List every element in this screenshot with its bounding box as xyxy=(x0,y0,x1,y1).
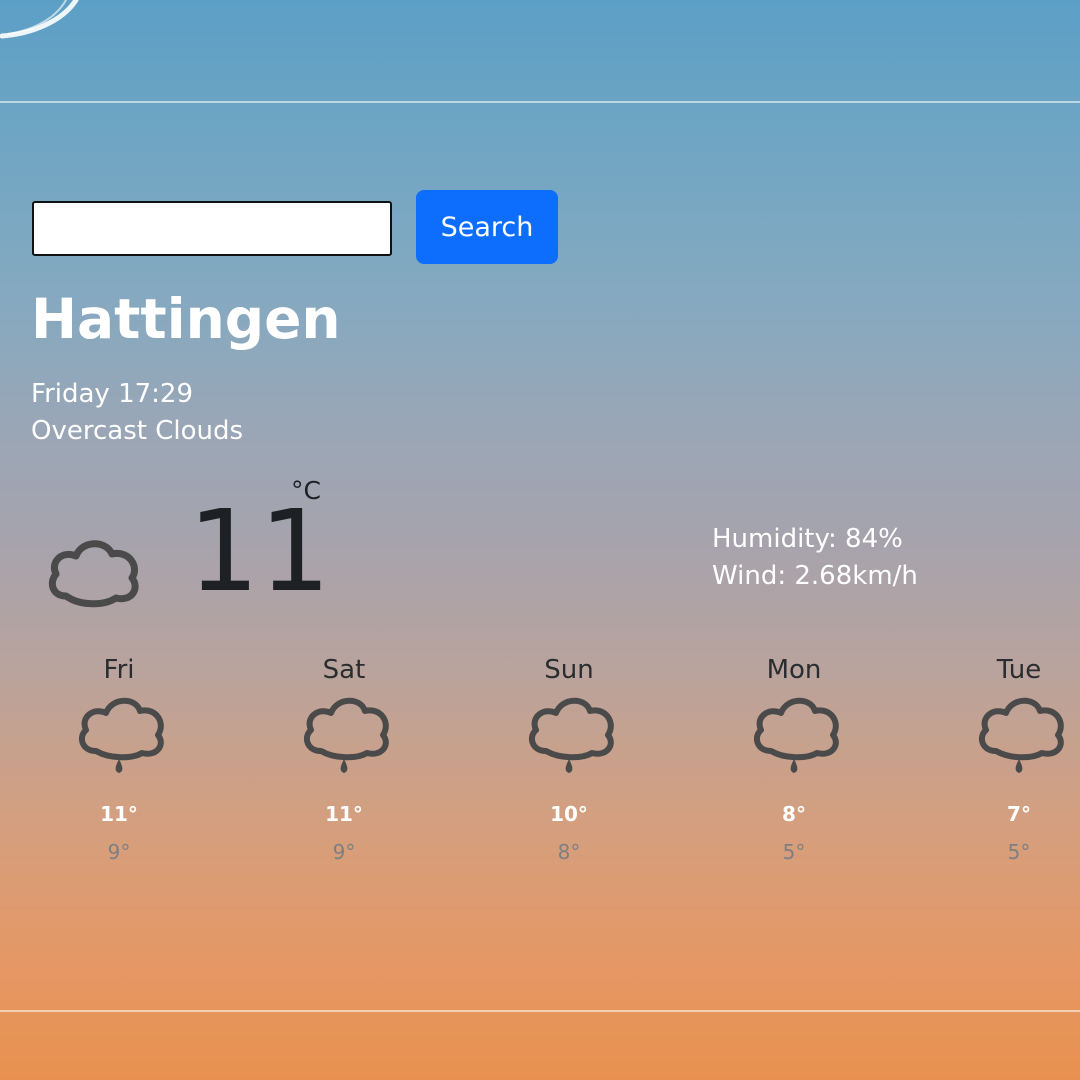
rain-cloud-icon xyxy=(753,697,839,773)
rain-cloud-icon xyxy=(978,697,1064,773)
cloud-icon xyxy=(48,540,139,608)
forecast-low-temp: 9° xyxy=(332,840,356,864)
forecast-high-temp: 11° xyxy=(100,802,138,826)
forecast-low-temp: 5° xyxy=(1007,840,1031,864)
header-divider xyxy=(0,101,1080,103)
footer-divider xyxy=(0,1010,1080,1012)
forecast-day: Tue 7° 5° xyxy=(959,655,1079,864)
search-button[interactable]: Search xyxy=(416,190,558,264)
forecast-low-temp: 8° xyxy=(557,840,581,864)
current-temperature: 11 xyxy=(188,487,331,617)
forecast-day: Sat 11° 9° xyxy=(284,655,404,864)
forecast-day-name: Sun xyxy=(544,655,594,685)
forecast-low-temp: 5° xyxy=(782,840,806,864)
forecast-high-temp: 8° xyxy=(782,802,806,826)
forecast-low-temp: 9° xyxy=(107,840,131,864)
search-input[interactable] xyxy=(32,201,392,256)
forecast-day-name: Fri xyxy=(103,655,135,685)
wind-value: Wind: 2.68km/h xyxy=(712,561,918,591)
rain-cloud-icon xyxy=(303,697,389,773)
weather-description: Overcast Clouds xyxy=(31,416,244,446)
forecast-high-temp: 10° xyxy=(550,802,588,826)
forecast-day-name: Tue xyxy=(996,655,1042,685)
forecast-day-name: Sat xyxy=(322,655,366,685)
forecast-day: Mon 8° 5° xyxy=(734,655,854,864)
rain-cloud-icon xyxy=(78,697,164,773)
logo-arc xyxy=(0,0,79,39)
temperature-unit: °C xyxy=(291,476,321,505)
current-datetime: Friday 17:29 xyxy=(31,379,193,409)
forecast-high-temp: 7° xyxy=(1007,802,1031,826)
forecast-day: Fri 11° 9° xyxy=(59,655,179,864)
forecast-high-temp: 11° xyxy=(325,802,363,826)
forecast-day-name: Mon xyxy=(766,655,822,685)
city-name: Hattingen xyxy=(31,287,341,351)
humidity-value: Humidity: 84% xyxy=(712,524,903,554)
forecast-day: Sun 10° 8° xyxy=(509,655,629,864)
rain-cloud-icon xyxy=(528,697,614,773)
